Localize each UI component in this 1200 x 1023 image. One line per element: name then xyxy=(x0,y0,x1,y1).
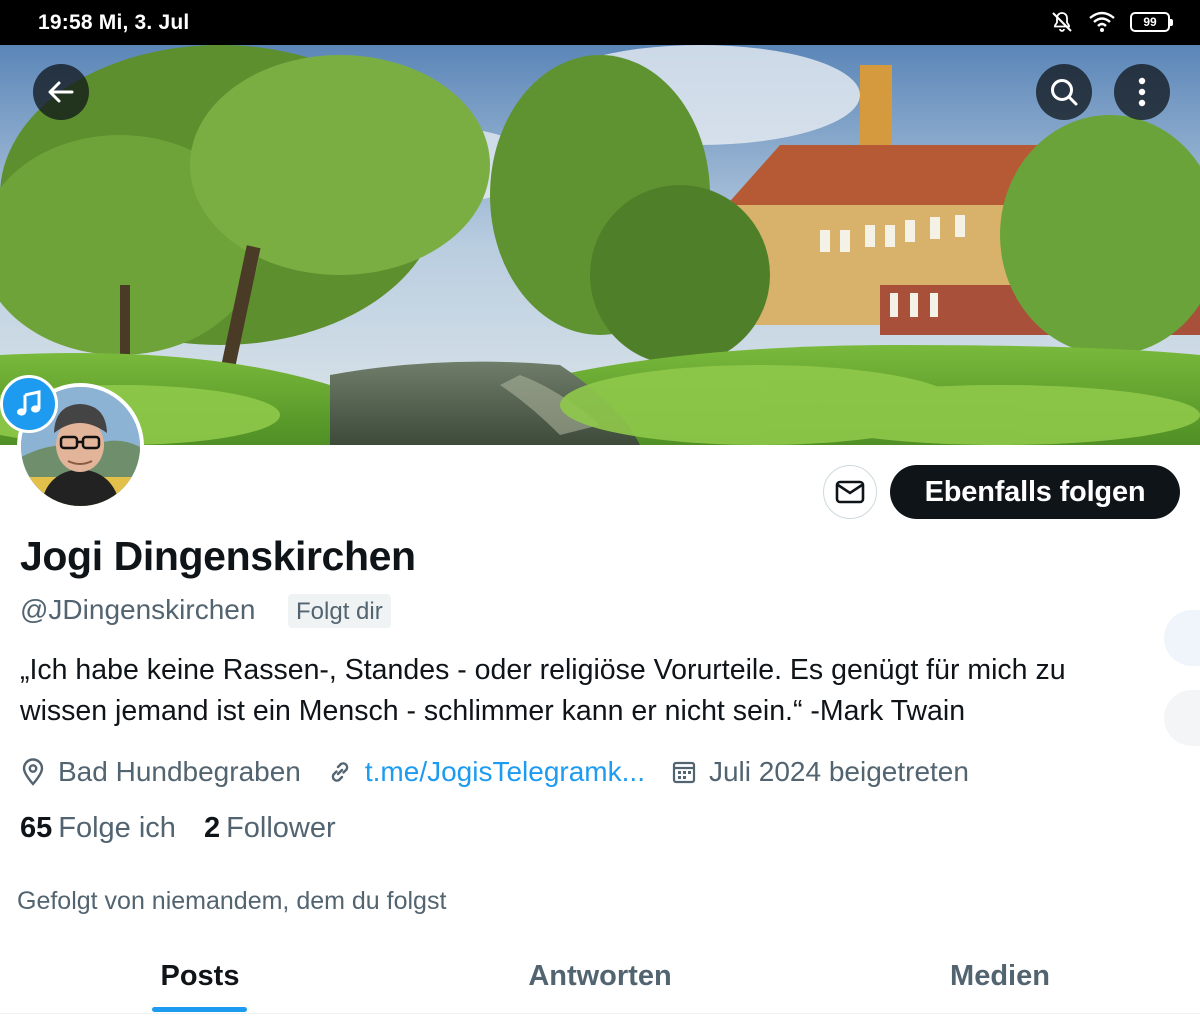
battery-icon: 99 xyxy=(1130,12,1173,32)
followers-stat[interactable]: 2 Follower xyxy=(204,812,336,845)
following-stat[interactable]: 65 Folge ich xyxy=(20,812,176,845)
notifications-muted-icon xyxy=(1052,12,1072,32)
profile-bio: „Ich habe keine Rassen-, Standes - oder … xyxy=(20,650,1180,732)
follows-you-badge: Folgt dir xyxy=(288,594,391,628)
follow-stats: 65 Folge ich 2 Follower xyxy=(20,812,364,845)
search-button[interactable] xyxy=(1036,64,1092,120)
arrow-left-icon xyxy=(48,81,74,103)
status-time: 19:58 Mi, 3. Jul xyxy=(38,11,190,34)
join-date: Juli 2024 beigetreten xyxy=(671,756,969,788)
tab-replies[interactable]: Antworten xyxy=(400,944,800,1014)
banner-image xyxy=(0,45,1200,445)
link-icon xyxy=(331,762,349,782)
following-count: 65 xyxy=(20,812,53,844)
bio-line-1: „Ich habe keine Rassen-, Standes - oder … xyxy=(20,654,1066,686)
active-tab-indicator xyxy=(152,1007,247,1012)
music-note-icon xyxy=(17,390,41,416)
search-icon xyxy=(1051,79,1078,106)
display-name: Jogi Dingenskirchen xyxy=(20,533,416,579)
tab-media[interactable]: Medien xyxy=(800,944,1200,1014)
status-bar: 19:58 Mi, 3. Jul 99 xyxy=(0,0,1200,45)
profile-tabs: Posts Antworten Medien xyxy=(0,944,1200,1014)
join-date-text: Juli 2024 beigetreten xyxy=(708,756,969,787)
location: Bad Hundbegraben xyxy=(20,756,301,788)
website[interactable]: t.me/JogisTelegramk... xyxy=(327,756,645,788)
message-button[interactable] xyxy=(823,465,877,519)
location-text: Bad Hundbegraben xyxy=(58,756,301,787)
followers-label: Follower xyxy=(226,812,336,844)
followed-by-text: Gefolgt von niemandem, dem du folgst xyxy=(17,887,447,915)
location-pin-icon xyxy=(22,758,44,786)
more-options-button[interactable] xyxy=(1114,64,1170,120)
profile-meta: Bad Hundbegraben t.me/JogisTelegramk... … xyxy=(20,752,995,792)
bio-line-2: wissen jemand ist ein Mensch - schlimmer… xyxy=(20,695,966,727)
follow-back-button[interactable]: Ebenfalls folgen xyxy=(890,465,1180,519)
tabs-divider xyxy=(0,1013,1200,1014)
user-handle: @JDingenskirchen xyxy=(20,594,256,625)
tab-posts[interactable]: Posts xyxy=(0,944,400,1014)
wifi-icon xyxy=(1089,11,1115,32)
more-vertical-icon xyxy=(1138,77,1146,107)
envelope-icon xyxy=(835,480,865,504)
battery-level: 99 xyxy=(1143,15,1157,29)
website-link[interactable]: t.me/JogisTelegramk... xyxy=(365,756,645,788)
calendar-icon xyxy=(672,761,696,784)
following-label: Folge ich xyxy=(58,812,176,844)
profile-banner[interactable] xyxy=(0,45,1200,445)
followers-count: 2 xyxy=(203,812,221,844)
status-icons: 99 xyxy=(1050,10,1173,34)
music-button[interactable] xyxy=(0,375,58,433)
back-button[interactable] xyxy=(33,64,89,120)
